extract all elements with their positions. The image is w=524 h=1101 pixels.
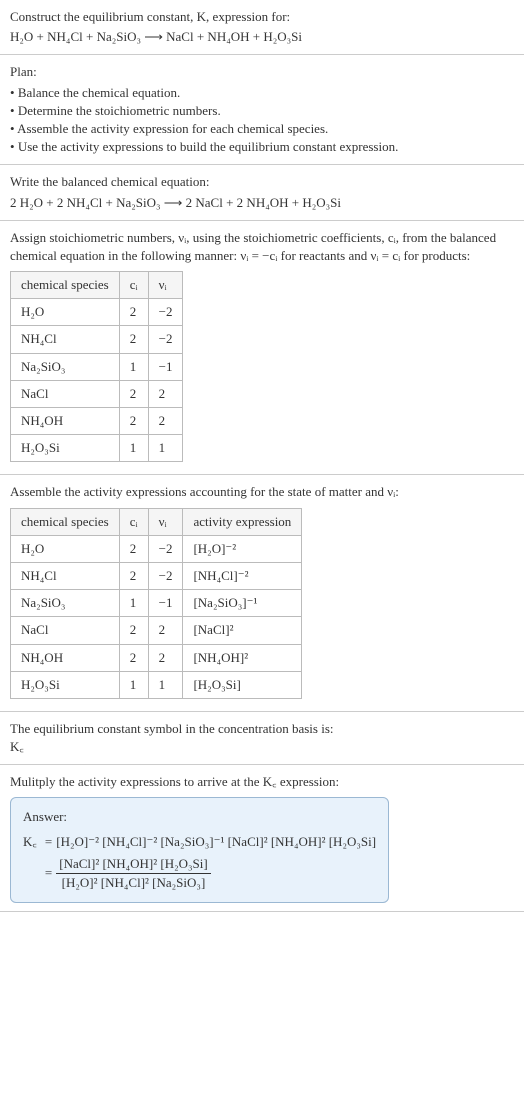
cell-c: 1 <box>119 353 148 380</box>
plan-item: Determine the stoichiometric numbers. <box>10 102 514 120</box>
table-row: NH₄OH22 <box>11 408 183 435</box>
cell-c: 2 <box>119 617 148 644</box>
cell-species: Na₂SiO₃ <box>11 590 120 617</box>
answer-line1: [H₂O]⁻² [NH₄Cl]⁻² [Na₂SiO₃]⁻¹ [NaCl]² [N… <box>56 833 376 851</box>
cell-c: 2 <box>119 408 148 435</box>
cell-c: 2 <box>119 535 148 562</box>
cell-c: 2 <box>119 644 148 671</box>
table-row: H₂O₃Si11[H₂O₃Si] <box>11 671 302 698</box>
cell-species: Na₂SiO₃ <box>11 353 120 380</box>
activity-table: chemical species cᵢ νᵢ activity expressi… <box>10 508 302 699</box>
answer-numerator: [NaCl]² [NH₄OH]² [H₂O₃Si] <box>56 855 210 874</box>
intro-line1: Construct the equilibrium constant, K, e… <box>10 8 514 26</box>
cell-expr: [NH₄Cl]⁻² <box>183 562 302 589</box>
table-row: Na₂SiO₃1−1[Na₂SiO₃]⁻¹ <box>11 590 302 617</box>
balanced-title: Write the balanced chemical equation: <box>10 173 514 191</box>
cell-species: H₂O <box>11 535 120 562</box>
cell-expr: [NH₄OH]² <box>183 644 302 671</box>
cell-c: 1 <box>119 671 148 698</box>
plan-item: Balance the chemical equation. <box>10 84 514 102</box>
table-row: NH₄Cl2−2[NH₄Cl]⁻² <box>11 562 302 589</box>
cell-v: 2 <box>148 380 183 407</box>
cell-species: NH₄OH <box>11 408 120 435</box>
answer-box: Answer: K꜀ = [H₂O]⁻² [NH₄Cl]⁻² [Na₂SiO₃]… <box>10 797 389 903</box>
table-header-row: chemical species cᵢ νᵢ <box>11 272 183 299</box>
col-species: chemical species <box>11 508 120 535</box>
cell-species: H₂O₃Si <box>11 671 120 698</box>
cell-v: −1 <box>148 590 183 617</box>
col-species: chemical species <box>11 272 120 299</box>
stoich-section: Assign stoichiometric numbers, νᵢ, using… <box>0 221 524 476</box>
answer-label: Answer: <box>23 808 376 826</box>
stoich-text: Assign stoichiometric numbers, νᵢ, using… <box>10 229 514 265</box>
cell-expr: [Na₂SiO₃]⁻¹ <box>183 590 302 617</box>
col-vi: νᵢ <box>148 272 183 299</box>
cell-species: NaCl <box>11 617 120 644</box>
cell-v: −1 <box>148 353 183 380</box>
table-row: NH₄OH22[NH₄OH]² <box>11 644 302 671</box>
activity-section: Assemble the activity expressions accoun… <box>0 475 524 712</box>
activity-text: Assemble the activity expressions accoun… <box>10 483 514 501</box>
intro-equation: H₂O + NH₄Cl + Na₂SiO₃ ⟶ NaCl + NH₄OH + H… <box>10 28 514 46</box>
cell-c: 2 <box>119 380 148 407</box>
cell-c: 1 <box>119 435 148 462</box>
stoich-table: chemical species cᵢ νᵢ H₂O2−2 NH₄Cl2−2 N… <box>10 271 183 462</box>
cell-species: NH₄Cl <box>11 562 120 589</box>
symbol-section: The equilibrium constant symbol in the c… <box>0 712 524 765</box>
answer-lhs: K꜀ <box>23 833 41 851</box>
cell-expr: [H₂O]⁻² <box>183 535 302 562</box>
balanced-equation: 2 H₂O + 2 NH₄Cl + Na₂SiO₃ ⟶ 2 NaCl + 2 N… <box>10 194 514 212</box>
cell-species: H₂O <box>11 299 120 326</box>
symbol-text: The equilibrium constant symbol in the c… <box>10 720 514 738</box>
cell-v: 2 <box>148 408 183 435</box>
cell-v: 1 <box>148 671 183 698</box>
cell-species: NaCl <box>11 380 120 407</box>
cell-v: −2 <box>148 535 183 562</box>
plan-item: Use the activity expressions to build th… <box>10 138 514 156</box>
multiply-text: Mulitply the activity expressions to arr… <box>10 773 514 791</box>
cell-species: H₂O₃Si <box>11 435 120 462</box>
cell-species: NH₄Cl <box>11 326 120 353</box>
answer-fraction: [NaCl]² [NH₄OH]² [H₂O₃Si] [H₂O]² [NH₄Cl]… <box>56 855 376 892</box>
plan-section: Plan: Balance the chemical equation. Det… <box>0 55 524 165</box>
col-ci: cᵢ <box>119 508 148 535</box>
table-row: NaCl22[NaCl]² <box>11 617 302 644</box>
answer-formula: K꜀ = [H₂O]⁻² [NH₄Cl]⁻² [Na₂SiO₃]⁻¹ [NaCl… <box>23 833 376 893</box>
symbol-value: K꜀ <box>10 738 514 756</box>
table-row: NH₄Cl2−2 <box>11 326 183 353</box>
cell-expr: [NaCl]² <box>183 617 302 644</box>
table-row: H₂O2−2 <box>11 299 183 326</box>
table-row: H₂O₃Si11 <box>11 435 183 462</box>
equals-icon: = <box>41 833 56 851</box>
col-ci: cᵢ <box>119 272 148 299</box>
cell-c: 2 <box>119 299 148 326</box>
plan-item: Assemble the activity expression for eac… <box>10 120 514 138</box>
equals-icon: = <box>41 864 56 882</box>
balanced-section: Write the balanced chemical equation: 2 … <box>0 165 524 220</box>
cell-v: 2 <box>148 617 183 644</box>
answer-section: Mulitply the activity expressions to arr… <box>0 765 524 912</box>
table-header-row: chemical species cᵢ νᵢ activity expressi… <box>11 508 302 535</box>
col-vi: νᵢ <box>148 508 183 535</box>
intro-section: Construct the equilibrium constant, K, e… <box>0 0 524 55</box>
cell-c: 2 <box>119 562 148 589</box>
cell-c: 1 <box>119 590 148 617</box>
cell-v: −2 <box>148 326 183 353</box>
cell-v: −2 <box>148 299 183 326</box>
cell-v: −2 <box>148 562 183 589</box>
plan-title: Plan: <box>10 63 514 81</box>
cell-v: 1 <box>148 435 183 462</box>
table-row: H₂O2−2[H₂O]⁻² <box>11 535 302 562</box>
table-row: Na₂SiO₃1−1 <box>11 353 183 380</box>
cell-species: NH₄OH <box>11 644 120 671</box>
cell-v: 2 <box>148 644 183 671</box>
col-expr: activity expression <box>183 508 302 535</box>
answer-denominator: [H₂O]² [NH₄Cl]² [Na₂SiO₃] <box>56 874 210 892</box>
plan-list: Balance the chemical equation. Determine… <box>10 84 514 157</box>
table-row: NaCl22 <box>11 380 183 407</box>
cell-expr: [H₂O₃Si] <box>183 671 302 698</box>
cell-c: 2 <box>119 326 148 353</box>
